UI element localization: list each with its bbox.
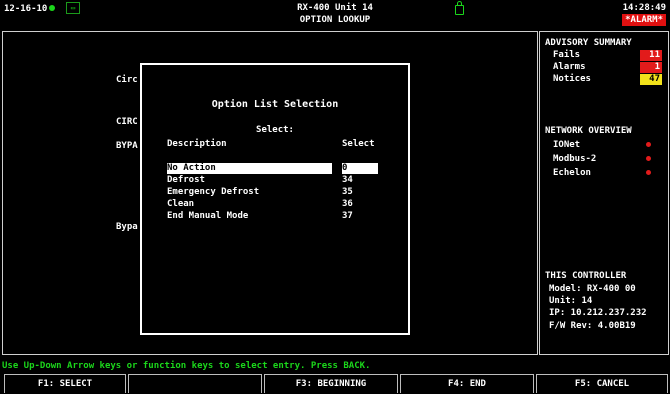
option-value-end-manual-mode[interactable]: 37 xyxy=(342,211,378,222)
modbus-status-icon xyxy=(646,156,651,161)
f4-end-button[interactable]: F4: END xyxy=(400,374,534,393)
dialog-title: Option List Selection xyxy=(211,99,339,110)
unit-title: RX-400 Unit 14 xyxy=(297,3,373,13)
network-item-modbus: Modbus-2 xyxy=(553,154,597,164)
option-value-emergency-defrost[interactable]: 35 xyxy=(342,187,378,198)
ionet-status-icon xyxy=(646,142,651,147)
time-display: 14:28:49 xyxy=(622,3,666,13)
advisory-notices-label: Notices xyxy=(553,74,591,84)
f2-blank-button[interactable] xyxy=(128,374,262,393)
controller-firmware: F/W Rev: 4.00B19 xyxy=(549,321,636,331)
controller-heading: THIS CONTROLLER xyxy=(545,271,627,281)
column-header-select: Select xyxy=(342,139,375,149)
option-list-dialog: Option List Selection Select: Descriptio… xyxy=(140,63,410,335)
f3-beginning-button[interactable]: F3: BEGINNING xyxy=(264,374,398,393)
controller-model: Model: RX-400 00 xyxy=(549,284,636,294)
alarm-badge[interactable]: *ALARM* xyxy=(622,14,666,26)
advisory-fails-count[interactable]: 11 xyxy=(640,50,662,61)
screen-title: OPTION LOOKUP xyxy=(299,15,371,25)
advisory-alarms-label: Alarms xyxy=(553,62,586,72)
top-status-bar: 12-16-10 ▭ RX-400 Unit 14 OPTION LOOKUP … xyxy=(0,0,670,30)
echelon-status-icon xyxy=(646,170,651,175)
option-value-no-action[interactable]: 0 xyxy=(342,163,378,174)
controller-unit: Unit: 14 xyxy=(549,296,593,306)
advisory-alarms-count[interactable]: 1 xyxy=(640,62,662,73)
instruction-line: Use Up-Down Arrow keys or function keys … xyxy=(2,361,371,371)
controller-ip: IP: 10.212.237.232 xyxy=(549,308,647,318)
network-item-ionet: IONet xyxy=(553,140,581,150)
option-value-clean[interactable]: 36 xyxy=(342,199,378,210)
advisory-notices-count[interactable]: 47 xyxy=(640,74,662,85)
option-row-no-action[interactable]: No Action xyxy=(167,163,332,174)
f5-cancel-button[interactable]: F5: CANCEL xyxy=(536,374,668,393)
option-row-defrost[interactable]: Defrost xyxy=(167,175,332,186)
function-key-bar: F1: SELECT F3: BEGINNING F4: END F5: CAN… xyxy=(0,374,670,394)
bg-label-circ-upper: CIRC xyxy=(116,117,138,127)
advisory-fails-label: Fails xyxy=(553,50,581,60)
option-row-end-manual-mode[interactable]: End Manual Mode xyxy=(167,211,332,222)
bg-label-bypa-upper: BYPA xyxy=(116,141,138,151)
column-header-description: Description xyxy=(167,139,227,149)
bg-label-circ: Circ xyxy=(116,75,138,85)
network-item-echelon: Echelon xyxy=(553,168,591,178)
option-row-clean[interactable]: Clean xyxy=(167,199,332,210)
option-value-defrost[interactable]: 34 xyxy=(342,175,378,186)
select-label: Select: xyxy=(256,125,294,135)
lock-icon xyxy=(455,1,464,15)
bg-label-bypa: Bypa xyxy=(116,222,138,232)
f1-select-button[interactable]: F1: SELECT xyxy=(4,374,126,393)
option-row-emergency-defrost[interactable]: Emergency Defrost xyxy=(167,187,332,198)
network-heading: NETWORK OVERVIEW xyxy=(545,126,632,136)
advisory-heading: ADVISORY SUMMARY xyxy=(545,38,632,48)
